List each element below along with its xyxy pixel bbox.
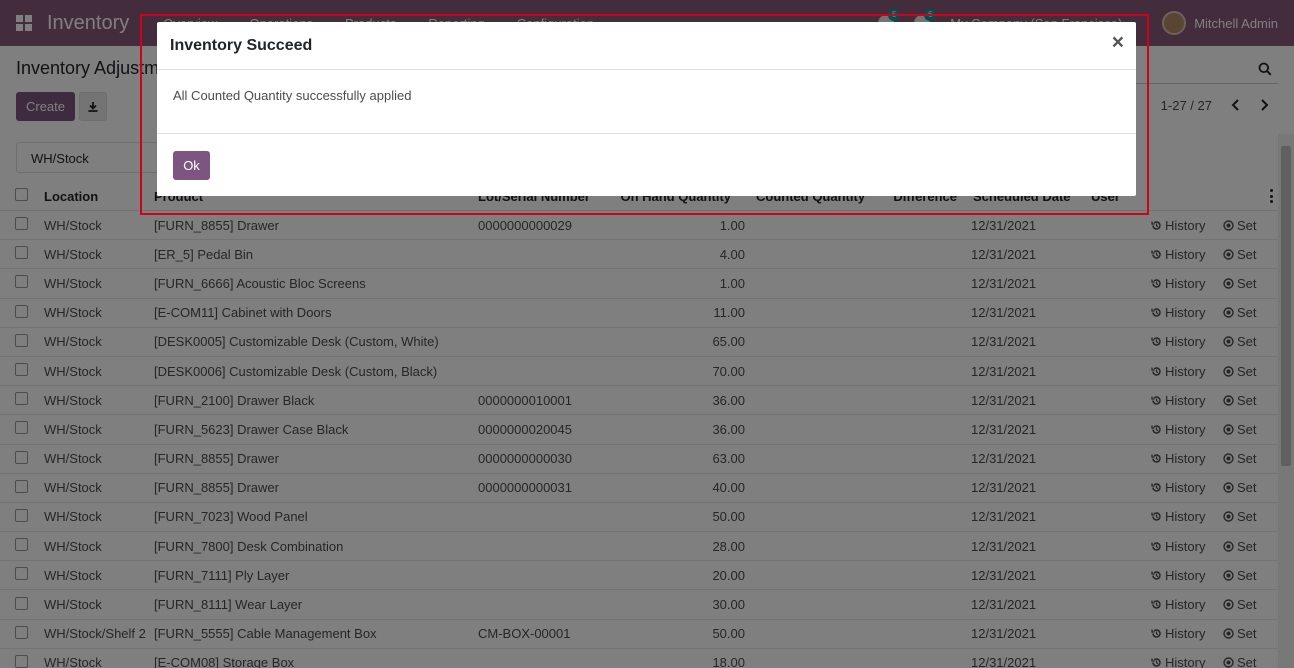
- highlight-box: [140, 14, 1149, 215]
